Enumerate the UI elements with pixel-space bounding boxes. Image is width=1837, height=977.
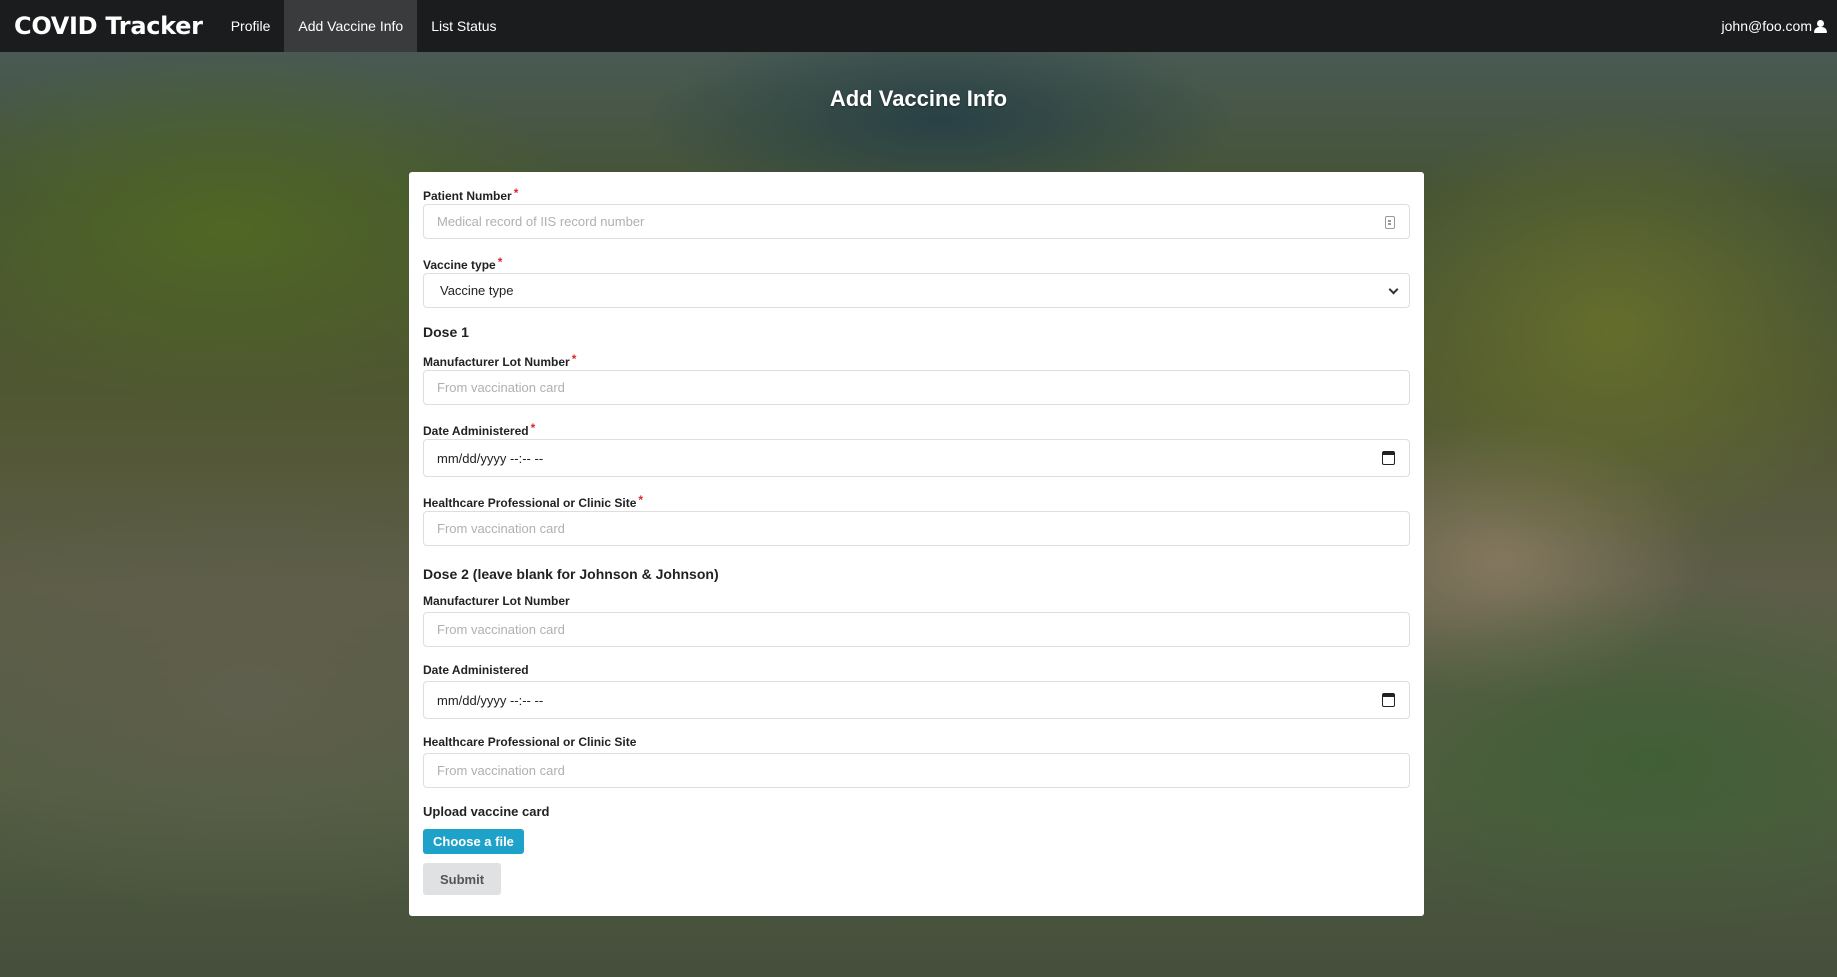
dose1-date-input[interactable]: mm/dd/yyyy --:-- -- — [423, 439, 1410, 477]
dose1-site-placeholder: From vaccination card — [437, 521, 565, 536]
nav-item-list-status[interactable]: List Status — [417, 0, 510, 52]
dose1-lot-number-label: Manufacturer Lot Number * — [423, 352, 577, 369]
dose2-site-placeholder: From vaccination card — [437, 763, 565, 778]
dose2-date-value: mm/dd/yyyy --:-- -- — [437, 692, 544, 708]
required-mark: * — [513, 186, 519, 200]
user-menu[interactable]: john@foo.com — [1722, 18, 1837, 34]
vaccine-type-field: Vaccine type * Vaccine type — [423, 255, 1410, 308]
dose2-date-field: Date Administered mm/dd/yyyy --:-- -- — [423, 663, 1410, 719]
required-mark: * — [497, 255, 503, 269]
required-mark: * — [530, 421, 536, 435]
dose1-title: Dose 1 — [423, 324, 469, 340]
vaccine-type-label: Vaccine type * — [423, 255, 503, 272]
dose1-site-field: Healthcare Professional or Clinic Site * … — [423, 493, 1410, 546]
vaccine-type-select[interactable]: Vaccine type — [423, 273, 1410, 308]
dose2-date-input[interactable]: mm/dd/yyyy --:-- -- — [423, 681, 1410, 719]
choose-file-button[interactable]: Choose a file — [423, 829, 524, 854]
chevron-down-icon — [1388, 284, 1399, 295]
nav-item-profile[interactable]: Profile — [217, 0, 285, 52]
dose2-lot-number-field: Manufacturer Lot Number From vaccination… — [423, 594, 1410, 647]
dose2-date-label: Date Administered — [423, 663, 529, 677]
patient-number-placeholder: Medical record of IIS record number — [437, 214, 645, 229]
dose2-lot-number-input[interactable]: From vaccination card — [423, 612, 1410, 647]
id-card-icon — [1385, 216, 1395, 229]
dose1-lot-number-placeholder: From vaccination card — [437, 380, 565, 395]
calendar-icon[interactable] — [1382, 451, 1395, 465]
dose1-date-label: Date Administered * — [423, 421, 536, 438]
brand-logo[interactable]: COVID Tracker — [0, 12, 217, 40]
dose2-lot-number-label: Manufacturer Lot Number — [423, 594, 570, 608]
dose1-date-field: Date Administered * mm/dd/yyyy --:-- -- — [423, 421, 1410, 477]
patient-number-label: Patient Number * — [423, 186, 519, 203]
top-navbar: COVID Tracker Profile Add Vaccine Info L… — [0, 0, 1837, 52]
patient-number-field: Patient Number * Medical record of IIS re… — [423, 186, 1410, 239]
upload-vaccine-card-label: Upload vaccine card — [423, 804, 550, 819]
dose1-site-input[interactable]: From vaccination card — [423, 511, 1410, 546]
user-icon — [1814, 19, 1827, 33]
dose2-site-label: Healthcare Professional or Clinic Site — [423, 735, 637, 749]
dose1-date-value: mm/dd/yyyy --:-- -- — [437, 450, 544, 466]
dose2-title: Dose 2 (leave blank for Johnson & Johnso… — [423, 566, 719, 582]
nav-item-add-vaccine-info[interactable]: Add Vaccine Info — [284, 0, 418, 52]
dose2-lot-number-placeholder: From vaccination card — [437, 622, 565, 637]
page-title: Add Vaccine Info — [829, 86, 1008, 111]
dose2-site-field: Healthcare Professional or Clinic Site F… — [423, 735, 1410, 788]
dose2-site-input[interactable]: From vaccination card — [423, 753, 1410, 788]
dose1-lot-number-input[interactable]: From vaccination card — [423, 370, 1410, 405]
submit-button[interactable]: Submit — [423, 863, 501, 895]
dose1-lot-number-field: Manufacturer Lot Number * From vaccinatio… — [423, 352, 1410, 405]
required-mark: * — [638, 493, 644, 507]
calendar-icon[interactable] — [1382, 693, 1395, 707]
dose1-site-label: Healthcare Professional or Clinic Site * — [423, 493, 644, 510]
user-email: john@foo.com — [1721, 18, 1812, 34]
patient-number-input[interactable]: Medical record of IIS record number — [423, 204, 1410, 239]
vaccine-form: Patient Number * Medical record of IIS re… — [409, 172, 1424, 916]
vaccine-type-selected: Vaccine type — [440, 283, 514, 298]
required-mark: * — [571, 352, 577, 366]
